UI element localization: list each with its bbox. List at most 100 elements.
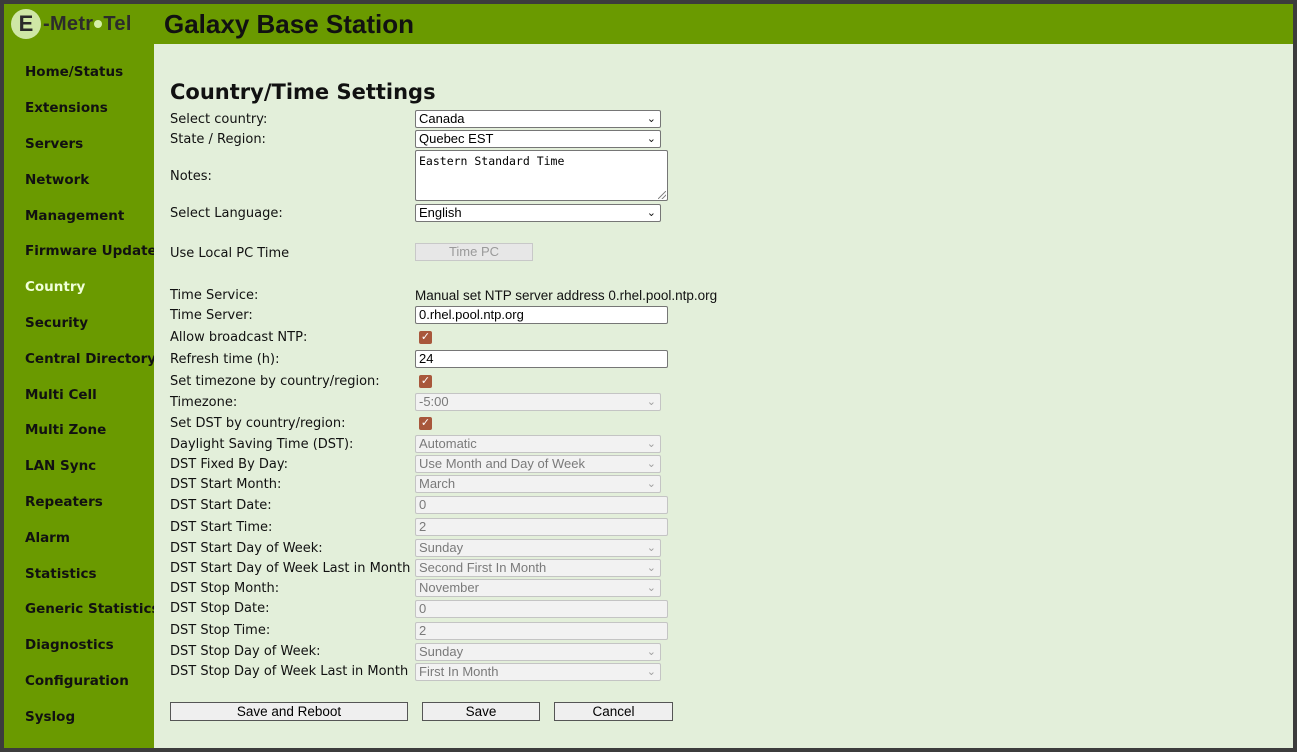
chevron-down-icon: ⌄ bbox=[646, 458, 656, 470]
country-label: Select country: bbox=[170, 112, 268, 127]
chevron-down-icon: ⌄ bbox=[646, 562, 656, 574]
sidebar-item-alarm[interactable]: Alarm bbox=[25, 530, 70, 546]
notes-textarea[interactable]: Eastern Standard Time bbox=[415, 150, 668, 201]
save-and-reboot-button[interactable]: Save and Reboot bbox=[170, 702, 408, 721]
refresh-time-label: Refresh time (h): bbox=[170, 352, 280, 367]
dst-select-value: Automatic bbox=[419, 436, 477, 451]
sidebar-item-country[interactable]: Country bbox=[25, 279, 85, 295]
checkmark-icon: ✓ bbox=[420, 417, 431, 429]
page-title: Country/Time Settings bbox=[170, 80, 436, 104]
dst-stop-dow-last-label: DST Stop Day of Week Last in Month bbox=[170, 664, 409, 679]
main-content: Country/Time Settings Select country: Ca… bbox=[154, 44, 1293, 748]
time-service-label: Time Service: bbox=[170, 288, 259, 303]
region-label: State / Region: bbox=[170, 132, 266, 147]
chevron-down-icon: ⌄ bbox=[646, 478, 656, 490]
dst-stop-dow-value: Sunday bbox=[419, 644, 464, 659]
chevron-down-icon: ⌄ bbox=[646, 542, 656, 554]
sidebar-item-multi-cell[interactable]: Multi Cell bbox=[25, 387, 97, 403]
logo: E -Metr Tel bbox=[11, 8, 132, 40]
dst-label: Daylight Saving Time (DST): bbox=[170, 437, 354, 452]
sidebar-item-extensions[interactable]: Extensions bbox=[25, 100, 108, 116]
logo-wordmark: -Metr Tel bbox=[43, 13, 132, 36]
resize-grip-icon[interactable] bbox=[658, 191, 666, 199]
tz-by-country-label: Set timezone by country/region: bbox=[170, 374, 380, 389]
dst-stop-month-value: November bbox=[419, 580, 479, 595]
app-title: Galaxy Base Station bbox=[164, 9, 414, 39]
dst-stop-dow-select[interactable]: Sunday ⌄ bbox=[415, 643, 661, 661]
dst-by-country-label: Set DST by country/region: bbox=[170, 416, 346, 431]
logo-text-part-a: -Metr bbox=[43, 12, 94, 35]
dst-start-time-input[interactable]: 2 bbox=[415, 518, 668, 536]
dst-start-dow-last-select[interactable]: Second First In Month ⌄ bbox=[415, 559, 661, 577]
timezone-select-value: -5:00 bbox=[419, 394, 449, 409]
checkmark-icon: ✓ bbox=[420, 331, 431, 343]
logo-dot-icon bbox=[94, 20, 103, 29]
dst-start-date-input[interactable]: 0 bbox=[415, 496, 668, 514]
chevron-down-icon: ⌄ bbox=[646, 438, 656, 450]
chevron-down-icon: ⌄ bbox=[646, 133, 656, 145]
dst-fixed-by-day-label: DST Fixed By Day: bbox=[170, 457, 289, 472]
chevron-down-icon: ⌄ bbox=[646, 113, 656, 125]
sidebar-item-syslog[interactable]: Syslog bbox=[25, 709, 75, 725]
dst-stop-date-label: DST Stop Date: bbox=[170, 601, 270, 616]
dst-stop-time-label: DST Stop Time: bbox=[170, 623, 271, 638]
sidebar-item-diagnostics[interactable]: Diagnostics bbox=[25, 637, 114, 653]
chevron-down-icon: ⌄ bbox=[646, 646, 656, 658]
language-select[interactable]: English ⌄ bbox=[415, 204, 661, 222]
notes-text: Eastern Standard Time bbox=[419, 154, 565, 168]
allow-broadcast-checkbox[interactable]: ✓ bbox=[419, 331, 432, 344]
country-select-value: Canada bbox=[419, 111, 465, 126]
chevron-down-icon: ⌄ bbox=[646, 666, 656, 678]
sidebar-item-security[interactable]: Security bbox=[25, 315, 88, 331]
checkmark-icon: ✓ bbox=[420, 375, 431, 387]
sidebar-item-configuration[interactable]: Configuration bbox=[25, 673, 129, 689]
time-pc-button[interactable]: Time PC bbox=[415, 243, 533, 261]
refresh-time-input[interactable]: 24 bbox=[415, 350, 668, 368]
dst-start-dow-select[interactable]: Sunday ⌄ bbox=[415, 539, 661, 557]
dst-start-dow-last-label: DST Start Day of Week Last in Month bbox=[170, 561, 411, 576]
logo-badge: E bbox=[11, 9, 41, 39]
sidebar-item-home-status[interactable]: Home/Status bbox=[25, 64, 123, 80]
notes-label: Notes: bbox=[170, 169, 212, 184]
sidebar-item-lan-sync[interactable]: LAN Sync bbox=[25, 458, 96, 474]
sidebar-item-multi-zone[interactable]: Multi Zone bbox=[25, 422, 106, 438]
sidebar-item-servers[interactable]: Servers bbox=[25, 136, 83, 152]
sidebar-item-central-directory[interactable]: Central Directory bbox=[25, 351, 156, 367]
language-label: Select Language: bbox=[170, 206, 283, 221]
region-select[interactable]: Quebec EST ⌄ bbox=[415, 130, 661, 148]
dst-start-month-select[interactable]: March ⌄ bbox=[415, 475, 661, 493]
timezone-select[interactable]: -5:00 ⌄ bbox=[415, 393, 661, 411]
dst-by-country-checkbox[interactable]: ✓ bbox=[419, 417, 432, 430]
sidebar: Home/Status Extensions Servers Network M… bbox=[4, 44, 160, 748]
dst-stop-time-input[interactable]: 2 bbox=[415, 622, 668, 640]
dst-fixed-by-day-select[interactable]: Use Month and Day of Week ⌄ bbox=[415, 455, 661, 473]
dst-select[interactable]: Automatic ⌄ bbox=[415, 435, 661, 453]
dst-start-month-label: DST Start Month: bbox=[170, 477, 282, 492]
time-service-value: Manual set NTP server address 0.rhel.poo… bbox=[415, 288, 718, 303]
dst-start-time-label: DST Start Time: bbox=[170, 520, 273, 535]
dst-stop-date-input[interactable]: 0 bbox=[415, 600, 668, 618]
chevron-down-icon: ⌄ bbox=[646, 207, 656, 219]
sidebar-item-network[interactable]: Network bbox=[25, 172, 89, 188]
country-select[interactable]: Canada ⌄ bbox=[415, 110, 661, 128]
cancel-button[interactable]: Cancel bbox=[554, 702, 673, 721]
dst-start-dow-value: Sunday bbox=[419, 540, 464, 555]
tz-by-country-checkbox[interactable]: ✓ bbox=[419, 375, 432, 388]
save-button[interactable]: Save bbox=[422, 702, 540, 721]
sidebar-item-generic-statistics[interactable]: Generic Statistics bbox=[25, 601, 160, 617]
dst-stop-dow-last-select[interactable]: First In Month ⌄ bbox=[415, 663, 661, 681]
sidebar-item-repeaters[interactable]: Repeaters bbox=[25, 494, 103, 510]
dst-start-dow-last-value: Second First In Month bbox=[419, 560, 547, 575]
time-server-label: Time Server: bbox=[170, 308, 253, 323]
dst-stop-month-select[interactable]: November ⌄ bbox=[415, 579, 661, 597]
sidebar-item-statistics[interactable]: Statistics bbox=[25, 566, 97, 582]
sidebar-item-management[interactable]: Management bbox=[25, 208, 124, 224]
time-server-input[interactable]: 0.rhel.pool.ntp.org bbox=[415, 306, 668, 324]
dst-stop-dow-last-value: First In Month bbox=[419, 664, 499, 679]
allow-broadcast-label: Allow broadcast NTP: bbox=[170, 330, 308, 345]
chevron-down-icon: ⌄ bbox=[646, 396, 656, 408]
sidebar-item-firmware-update[interactable]: Firmware Update bbox=[25, 243, 157, 259]
language-select-value: English bbox=[419, 205, 462, 220]
dst-start-date-label: DST Start Date: bbox=[170, 498, 272, 513]
region-select-value: Quebec EST bbox=[419, 131, 494, 146]
